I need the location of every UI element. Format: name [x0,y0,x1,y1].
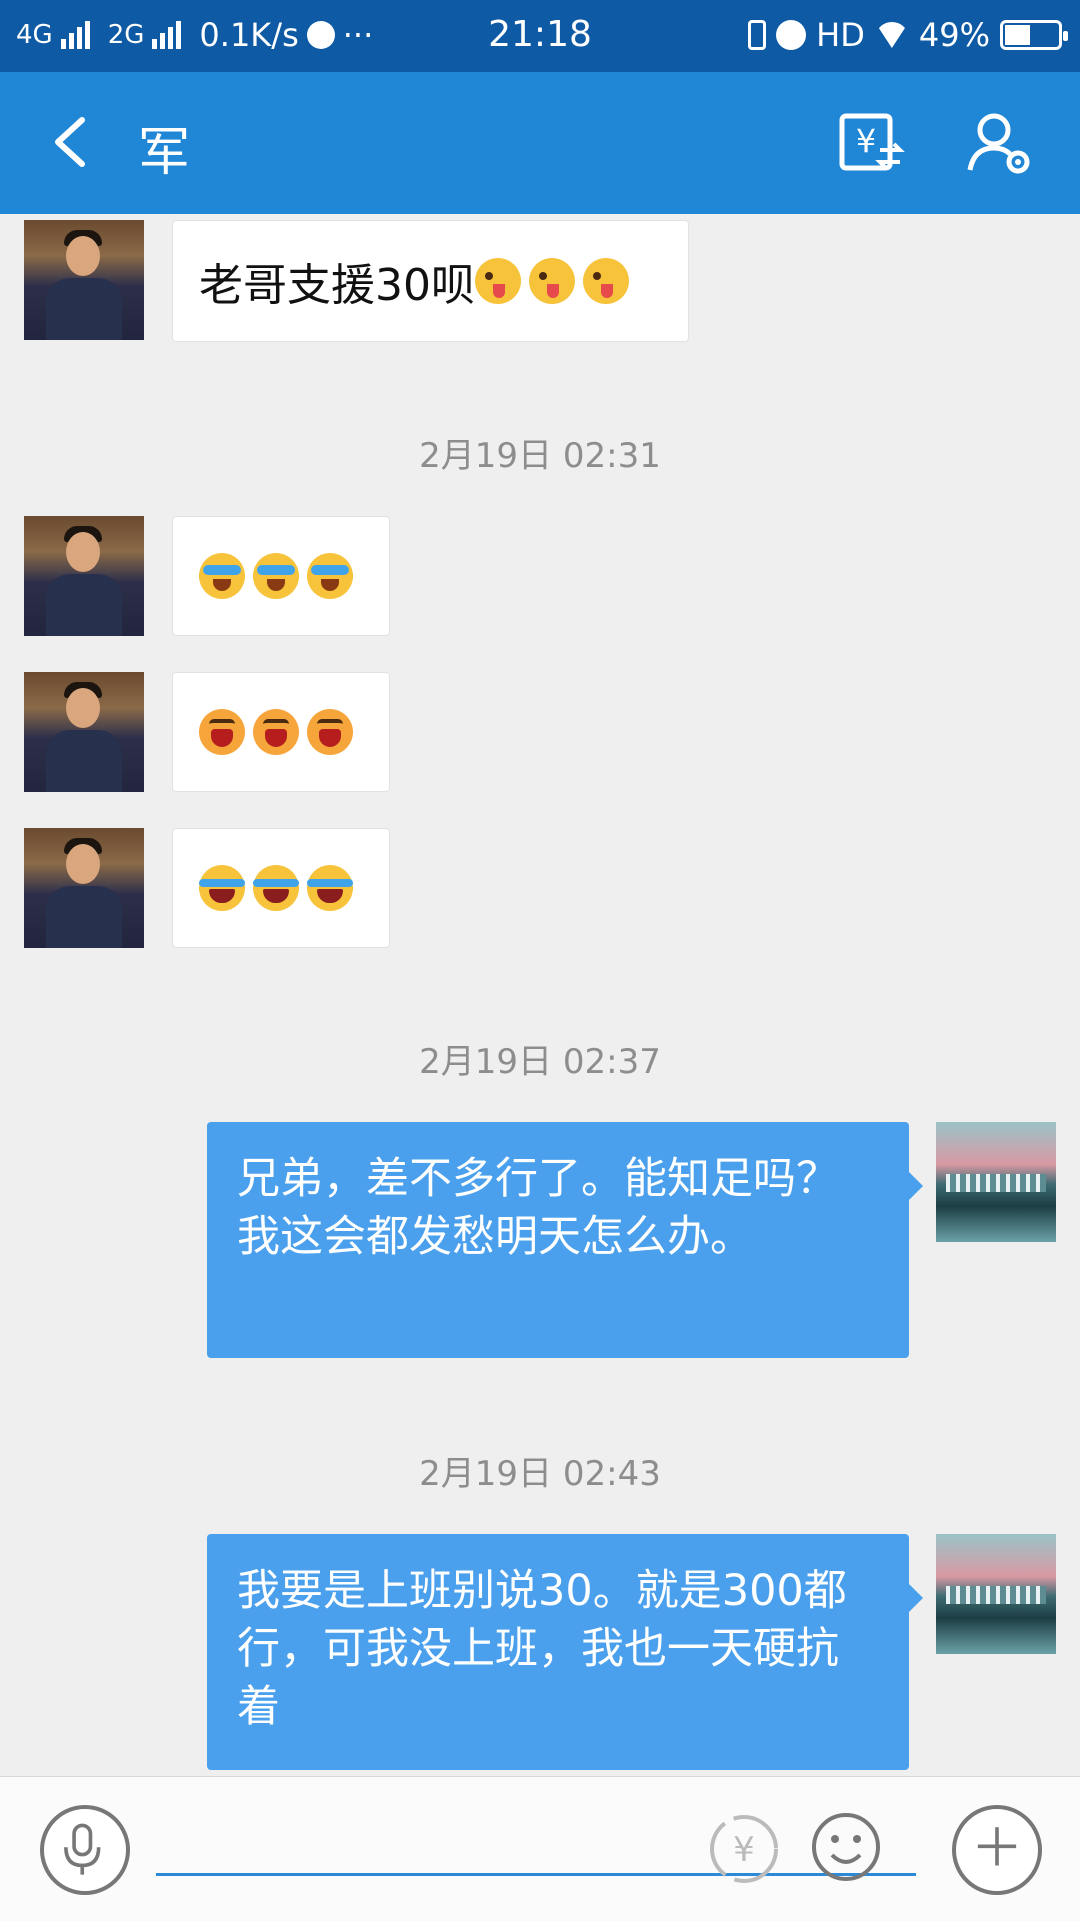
tongue-face-emoji-icon [529,258,575,304]
contact-name: 军 [138,123,191,183]
battery-percent: 49% [918,16,990,54]
contact-avatar[interactable] [24,828,144,948]
alarm-icon [776,20,807,50]
contact-avatar[interactable] [24,672,144,792]
laughing-face-emoji-icon [307,709,353,755]
chat-messages[interactable]: 老哥支援30呗 2月19日 02:31 2月19日 02:37 兄弟，差不多行了… [0,214,1080,1776]
my-avatar[interactable] [936,1534,1056,1654]
outgoing-message[interactable]: 我要是上班别说30。就是300都行，可我没上班，我也一天硬抗着 [207,1534,923,1770]
crying-face-emoji-icon [307,553,353,599]
laughing-face-emoji-icon [253,709,299,755]
tongue-face-emoji-icon [475,258,521,304]
smiley-icon[interactable] [808,1809,884,1885]
wifi-icon [874,22,909,48]
plus-icon[interactable] [952,1805,1042,1895]
message-text: 兄弟，差不多行了。能知足吗？我这会都发愁明天怎么办。 [237,1154,839,1262]
yuan-icon[interactable]: ¥ [706,1811,782,1887]
money-transfer-icon[interactable]: ¥ [836,108,906,178]
timestamp: 2月19日 02:31 [419,436,661,476]
message-input[interactable] [156,1811,916,1876]
hd-label: HD [816,16,865,54]
incoming-message[interactable] [172,828,390,948]
status-right: HD 49% [748,16,1068,54]
message-text: 老哥支援30呗 [199,260,475,311]
svg-text:¥: ¥ [733,1830,755,1870]
tears-of-joy-emoji-icon [307,865,353,911]
chat-header: 军 ¥ [0,72,1080,214]
contact-avatar[interactable] [24,220,144,340]
tears-of-joy-emoji-icon [199,865,245,911]
user-settings-icon[interactable] [964,108,1034,178]
incoming-message[interactable]: 老哥支援30呗 [172,220,689,342]
timestamp: 2月19日 02:43 [419,1454,661,1494]
crying-face-emoji-icon [253,553,299,599]
svg-text:¥: ¥ [856,122,876,160]
battery-icon [1000,20,1068,50]
battery-fill [1005,25,1031,45]
input-bar: ¥ [0,1776,1080,1921]
contact-avatar[interactable] [24,516,144,636]
crying-face-emoji-icon [199,553,245,599]
back-chevron-icon[interactable] [44,112,104,172]
laughing-face-emoji-icon [199,709,245,755]
tears-of-joy-emoji-icon [253,865,299,911]
tongue-face-emoji-icon [583,258,629,304]
timestamp: 2月19日 02:37 [419,1042,661,1082]
incoming-message[interactable] [172,672,390,792]
status-bar: 4G 2G 0.1K/s ··· 21:18 HD 49% [0,0,1080,72]
outgoing-message[interactable]: 兄弟，差不多行了。能知足吗？我这会都发愁明天怎么办。 [207,1122,923,1358]
microphone-icon[interactable] [40,1805,130,1895]
incoming-message[interactable] [172,516,390,636]
vibrate-icon [748,20,767,50]
message-text: 我要是上班别说30。就是300都行，可我没上班，我也一天硬抗着 [237,1566,847,1732]
my-avatar[interactable] [936,1122,1056,1242]
